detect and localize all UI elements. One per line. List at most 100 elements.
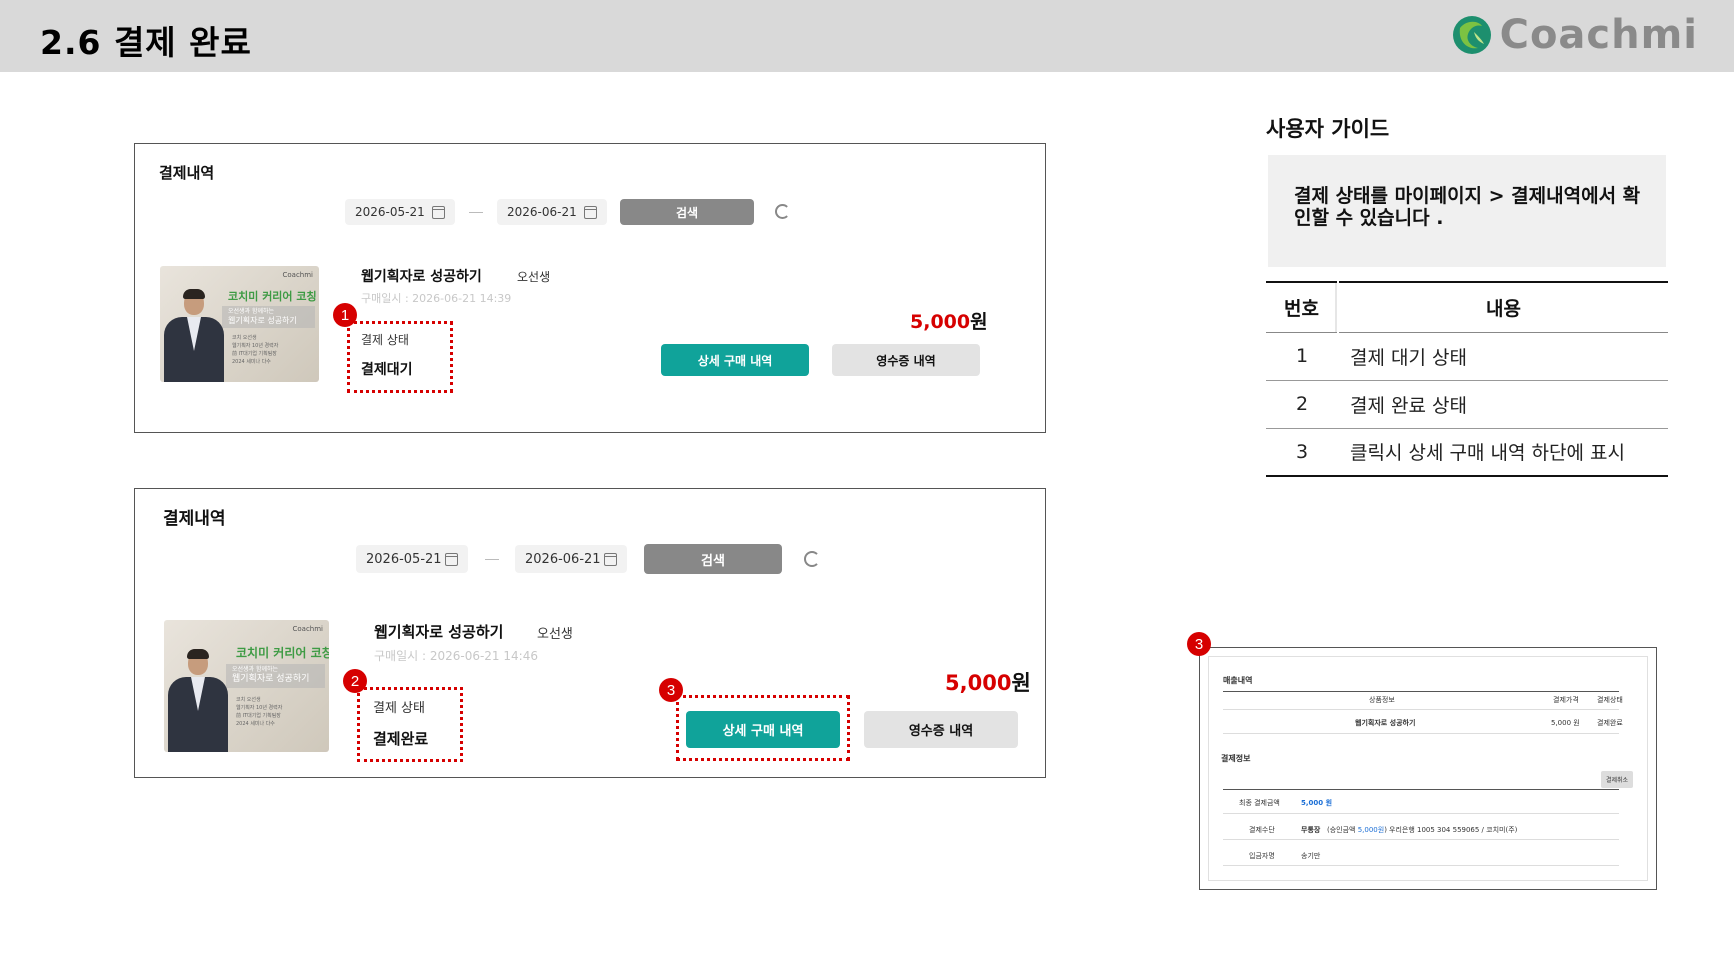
col-payment-status: 결제상태 [1597, 696, 1623, 704]
receipt-button[interactable]: 영수증 내역 [864, 711, 1018, 748]
search-button[interactable]: 검색 [620, 199, 754, 225]
coachmi-logo: Coachmi [1452, 12, 1698, 58]
info-divider [1223, 865, 1619, 866]
header-divider [1223, 709, 1619, 710]
thumbnail-band-line2: 웹기획자로 성공하기 [228, 316, 297, 325]
thumbnail-band: 오선생과 함께하는 웹기획자로 성공하기 [226, 664, 325, 688]
table-row: 1 결제 대기 상태 [1266, 332, 1668, 381]
column-header-content: 내용 [1338, 281, 1668, 333]
final-amount-value: 5,000 원 [1301, 799, 1333, 807]
final-amount-label: 최종 결제금액 [1239, 799, 1280, 807]
cancel-payment-button[interactable]: 결제취소 [1601, 771, 1634, 788]
approved-amount: 5,000원 [1357, 826, 1385, 834]
thumbnail-title: 코치미 커리어 코칭 [228, 290, 317, 303]
thumbnail-info-line: 웹기획자 10년 경력자 [232, 343, 279, 349]
thumbnail-info-line: 웹기획자 10년 경력자 [236, 705, 283, 711]
callout-badge-3-preview: 3 [1187, 632, 1211, 656]
thumbnail-info-line: 코치 오선생 [236, 697, 261, 703]
row-number: 2 [1266, 380, 1338, 429]
panel-title: 결제내역 [159, 164, 215, 182]
thumbnail-band-line1: 오선생과 함께하는 [232, 666, 279, 673]
callout-badge-2: 2 [343, 669, 367, 693]
purchase-date: 구매일시 : 2026-06-21 14:46 [374, 649, 538, 663]
highlight-status-pending [347, 321, 453, 393]
calendar-icon [584, 205, 597, 219]
thumbnail-title: 코치미 커리어 코칭 [236, 646, 329, 660]
thumbnail-band: 오선생과 함께하는 웹기획자로 성공하기 [222, 306, 315, 328]
thumbnail-band-line2: 웹기획자로 성공하기 [232, 674, 310, 684]
depositor-value: 송기만 [1301, 852, 1321, 860]
column-header-number: 번호 [1266, 281, 1339, 333]
price-amount: 5,000 [910, 311, 971, 333]
course-thumbnail[interactable]: Coachmi 코치미 커리어 코칭 오선생과 함께하는 웹기획자로 성공하기 … [164, 620, 329, 752]
search-button[interactable]: 검색 [644, 544, 782, 574]
depositor-label: 입금자명 [1249, 852, 1275, 860]
date-to-value: 2026-06-21 [525, 551, 601, 567]
receipt-button[interactable]: 영수증 내역 [832, 344, 980, 376]
guide-message: 결제 상태를 마이페이지 > 결제내역에서 확인할 수 있습니다 . [1294, 185, 1641, 229]
panel-title: 결제내역 [163, 509, 226, 529]
date-from-value: 2026-05-21 [366, 551, 442, 567]
course-thumbnail[interactable]: Coachmi 코치미 커리어 코칭 오선생과 함께하는 웹기획자로 성공하기 … [160, 266, 319, 382]
highlight-detail-button [676, 695, 850, 761]
date-range-separator [485, 559, 499, 560]
instructor-name: 오선생 [537, 627, 573, 642]
refresh-icon[interactable] [804, 551, 820, 567]
bank-account-info: 우리은행 1005 304 559065 / 코치미(주) [1389, 826, 1518, 834]
detail-purchase-button[interactable]: 상세 구매 내역 [661, 344, 809, 376]
payment-method-value: 무통장 [1301, 826, 1321, 834]
guide-heading: 사용자 가이드 [1266, 117, 1390, 141]
payment-history-panel-complete: 결제내역 2026-05-21 2026-06-21 검색 Coachmi 코치… [134, 488, 1046, 778]
thumbnail-info-line: 前 IT대기업 기획팀장 [232, 351, 277, 357]
calendar-icon [432, 205, 445, 219]
calendar-icon [604, 552, 617, 566]
payment-info-top-line [1223, 789, 1619, 790]
payment-method-approved: (승인금액 5,000원) [1327, 825, 1387, 835]
payment-info-title: 결제정보 [1221, 754, 1251, 763]
thumbnail-info-line: 2024 세미나 다수 [232, 359, 271, 365]
approved-amount-prefix: (승인금액 [1327, 826, 1358, 834]
info-divider [1223, 813, 1619, 814]
date-from-value: 2026-05-21 [355, 205, 425, 219]
guide-message-box: 결제 상태를 마이페이지 > 결제내역에서 확인할 수 있습니다 . [1268, 155, 1666, 267]
price-amount: 5,000 [945, 671, 1012, 695]
header-bar: 2.6 결제 완료 Coachmi [0, 0, 1734, 72]
date-from-input[interactable]: 2026-05-21 [345, 199, 455, 225]
date-from-input[interactable]: 2026-05-21 [356, 545, 468, 573]
callout-badge-3: 3 [659, 678, 683, 702]
refresh-icon[interactable] [775, 204, 790, 219]
purchase-date: 구매일시 : 2026-06-21 14:39 [361, 292, 512, 305]
price: 5,000원 [945, 667, 1031, 697]
product-name[interactable]: 웹기획자로 성공하기 [374, 621, 503, 642]
thumbnail-logo: Coachmi [292, 625, 323, 633]
date-to-input[interactable]: 2026-06-21 [515, 545, 627, 573]
callout-badge-1: 1 [333, 303, 357, 327]
guide-table: 번호 내용 1 결제 대기 상태 2 결제 완료 상태 3 클릭시 상세 구매 … [1266, 281, 1668, 477]
product-name[interactable]: 웹기획자로 성공하기 [361, 266, 482, 286]
row-content: 결제 대기 상태 [1338, 332, 1668, 381]
col-payment-price: 결제가격 [1553, 696, 1579, 704]
row-product-name: 웹기획자로 성공하기 [1355, 719, 1416, 727]
thumbnail-info: 코치 오선생 웹기획자 10년 경력자 前 IT대기업 기획팀장 2024 세미… [236, 696, 282, 728]
page-title: 2.6 결제 완료 [40, 23, 252, 62]
table-row: 3 클릭시 상세 구매 내역 하단에 표시 [1266, 428, 1668, 477]
date-to-value: 2026-06-21 [507, 205, 577, 219]
thumbnail-info-line: 2024 세미나 다수 [236, 721, 275, 727]
coach-photo [168, 647, 228, 752]
logo-text: Coachmi [1499, 12, 1698, 58]
approved-amount-suffix: ) [1384, 826, 1387, 834]
date-to-input[interactable]: 2026-06-21 [497, 199, 607, 225]
row-content: 클릭시 상세 구매 내역 하단에 표시 [1338, 428, 1668, 477]
preview-inner: 매출내역 상품정보 결제가격 결제상태 웹기획자로 성공하기 5,000 원 결… [1208, 656, 1648, 881]
price-unit: 원 [1011, 671, 1031, 695]
row-status: 결제완료 [1597, 719, 1623, 727]
calendar-icon [445, 552, 458, 566]
row-price: 5,000 원 [1551, 719, 1580, 727]
row-number: 1 [1266, 332, 1338, 381]
thumbnail-info-line: 코치 오선생 [232, 335, 257, 341]
col-product-info: 상품정보 [1369, 696, 1395, 704]
highlight-status-complete [357, 687, 463, 762]
table-row: 2 결제 완료 상태 [1266, 380, 1668, 429]
row-divider [1223, 733, 1619, 734]
thumbnail-info-line: 前 IT대기업 기획팀장 [236, 713, 281, 719]
